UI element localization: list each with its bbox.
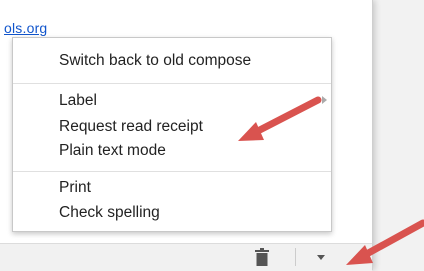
menu-item-request-read-receipt[interactable]: Request read receipt bbox=[59, 118, 203, 136]
menu-item-plain-text-mode[interactable]: Plain text mode bbox=[59, 142, 166, 160]
more-options-menu: Switch back to old compose Label Request… bbox=[12, 37, 332, 232]
menu-item-switch-old-compose[interactable]: Switch back to old compose bbox=[59, 52, 251, 70]
menu-separator bbox=[13, 83, 331, 84]
menu-item-print[interactable]: Print bbox=[59, 179, 91, 197]
toolbar-divider bbox=[295, 248, 296, 266]
submenu-arrow-icon bbox=[322, 96, 327, 104]
menu-separator bbox=[13, 171, 331, 172]
menu-item-check-spelling[interactable]: Check spelling bbox=[59, 204, 160, 222]
more-options-dropdown-icon[interactable] bbox=[317, 255, 325, 260]
menu-item-label[interactable]: Label bbox=[59, 92, 97, 110]
compose-window: ols.org Switch back to old compose Label… bbox=[0, 0, 373, 271]
trash-icon[interactable] bbox=[254, 248, 270, 266]
recipient-link[interactable]: ols.org bbox=[4, 20, 47, 36]
